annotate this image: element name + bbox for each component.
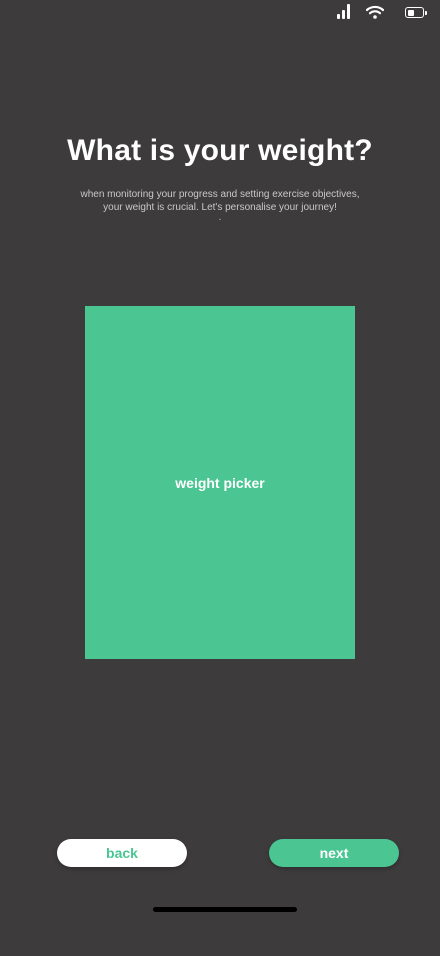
subtitle-line-1: when monitoring your progress and settin… bbox=[80, 189, 360, 200]
page-title: What is your weight? bbox=[67, 134, 373, 167]
weight-picker[interactable]: weight picker bbox=[85, 306, 355, 659]
back-button[interactable]: back bbox=[57, 839, 187, 867]
status-bar bbox=[0, 0, 440, 26]
weight-picker-label: weight picker bbox=[175, 474, 265, 491]
battery-level bbox=[407, 9, 414, 16]
signal-icon bbox=[337, 4, 353, 19]
battery-icon bbox=[405, 7, 427, 18]
next-button[interactable]: next bbox=[269, 839, 399, 867]
subtitle: when monitoring your progress and settin… bbox=[60, 188, 380, 214]
wifi-icon bbox=[366, 5, 384, 19]
home-indicator bbox=[153, 907, 297, 912]
subtitle-dot: . bbox=[218, 212, 222, 223]
